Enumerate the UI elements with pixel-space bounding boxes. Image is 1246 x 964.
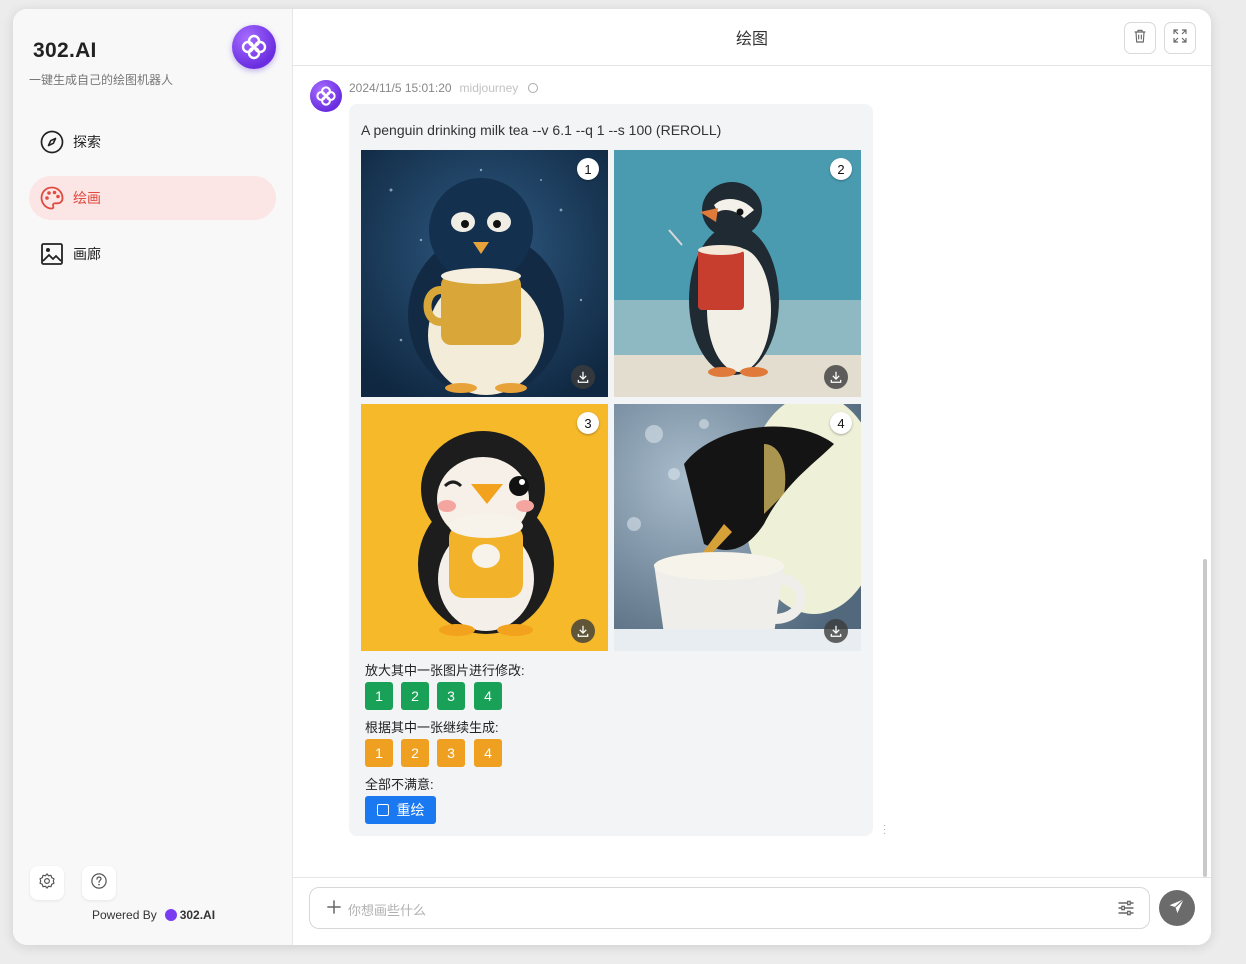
input-bar: 你想画些什么 (293, 877, 1211, 945)
redraw-button[interactable]: 重绘 (365, 796, 436, 824)
penguin-image-4 (614, 404, 861, 651)
prompt-input[interactable]: 你想画些什么 (309, 887, 1150, 929)
variation-button-4[interactable]: 4 (474, 739, 502, 767)
header: 绘图 (293, 9, 1211, 66)
trash-icon (1132, 28, 1148, 49)
penguin-image-1 (361, 150, 608, 397)
send-button[interactable] (1159, 890, 1195, 926)
upscale-label: 放大其中一张图片进行修改: (365, 663, 525, 678)
download-icon (830, 371, 842, 383)
image-tile-2[interactable]: 2 (614, 150, 861, 397)
download-icon (577, 625, 589, 637)
redraw-label: 重绘 (396, 802, 425, 818)
message-prompt: A penguin drinking milk tea --v 6.1 --q … (361, 122, 722, 138)
page-title: 绘图 (735, 31, 768, 48)
prompt-placeholder: 你想画些什么 (348, 903, 427, 918)
unsatisfied-label: 全部不满意: (365, 777, 434, 792)
sidebar: 302.AI 一键生成自己的绘图机器人 探索 绘画 画廊 Powered By … (13, 9, 293, 945)
compass-icon (39, 129, 65, 155)
fullscreen-button[interactable] (1164, 22, 1196, 54)
download-button[interactable] (824, 619, 848, 643)
gear-icon (38, 872, 56, 895)
download-button[interactable] (824, 365, 848, 389)
message-bubble: A penguin drinking milk tea --v 6.1 --q … (349, 104, 873, 836)
question-icon (90, 872, 108, 895)
chat-scrollbar[interactable] (1203, 559, 1207, 877)
sidebar-item-explore[interactable]: 探索 (29, 120, 276, 164)
download-button[interactable] (571, 619, 595, 643)
brand-logo-icon (232, 25, 276, 69)
variation-label: 根据其中一张继续生成: (365, 720, 499, 735)
message-meta: 2024/11/5 15:01:20 midjourney (349, 81, 539, 95)
variation-button-3[interactable]: 3 (437, 739, 465, 767)
variation-button-2[interactable]: 2 (401, 739, 429, 767)
main-panel: 绘图 2024/11/5 15:01:20 midjourney A pengu… (293, 9, 1211, 945)
image-tile-3[interactable]: 3 (361, 404, 608, 651)
powered-by: Powered By 302.AI (92, 908, 215, 922)
brand-title: 302.AI (33, 39, 97, 62)
image-tile-1[interactable]: 1 (361, 150, 608, 397)
upscale-button-4[interactable]: 4 (474, 682, 502, 710)
powered-by-brand[interactable]: 302.AI (180, 908, 215, 922)
sidebar-item-gallery[interactable]: 画廊 (29, 232, 276, 276)
plus-icon[interactable] (324, 897, 344, 922)
image-tile-4[interactable]: 4 (614, 404, 861, 651)
download-icon (830, 625, 842, 637)
palette-icon (39, 185, 65, 211)
message-model: midjourney (459, 81, 519, 95)
powered-by-label: Powered By (92, 908, 157, 922)
image-index-badge: 2 (830, 158, 852, 180)
clear-chat-button[interactable] (1124, 22, 1156, 54)
brand-mini-logo-icon (164, 909, 177, 921)
expand-icon (1172, 28, 1188, 49)
sidebar-nav: 探索 绘画 画廊 (29, 120, 276, 288)
image-index-badge: 3 (577, 412, 599, 434)
message-timestamp: 2024/11/5 15:01:20 (349, 81, 452, 95)
image-index-badge: 1 (577, 158, 599, 180)
image-index-badge: 4 (830, 412, 852, 434)
more-options-icon[interactable]: · · · (883, 821, 886, 839)
upscale-button-3[interactable]: 3 (437, 682, 465, 710)
refresh-icon (376, 804, 389, 816)
settings-button[interactable] (30, 866, 64, 900)
sidebar-item-label: 探索 (73, 134, 101, 150)
download-button[interactable] (571, 365, 595, 389)
sidebar-item-label: 绘画 (73, 190, 101, 206)
sidebar-item-label: 画廊 (73, 246, 101, 262)
status-circle-icon (528, 83, 539, 93)
send-icon (1168, 897, 1186, 920)
help-button[interactable] (82, 866, 116, 900)
brand-subtitle: 一键生成自己的绘图机器人 (29, 73, 174, 87)
variation-button-1[interactable]: 1 (365, 739, 393, 767)
settings-sliders-icon[interactable] (1116, 898, 1136, 923)
upscale-button-1[interactable]: 1 (365, 682, 393, 710)
download-icon (577, 371, 589, 383)
bot-avatar (310, 80, 342, 112)
app-window: 302.AI 一键生成自己的绘图机器人 探索 绘画 画廊 Powered By … (13, 9, 1211, 945)
image-icon (39, 241, 65, 267)
upscale-button-2[interactable]: 2 (401, 682, 429, 710)
sidebar-item-draw[interactable]: 绘画 (29, 176, 276, 220)
penguin-image-2 (614, 150, 861, 397)
penguin-image-3 (361, 404, 608, 651)
